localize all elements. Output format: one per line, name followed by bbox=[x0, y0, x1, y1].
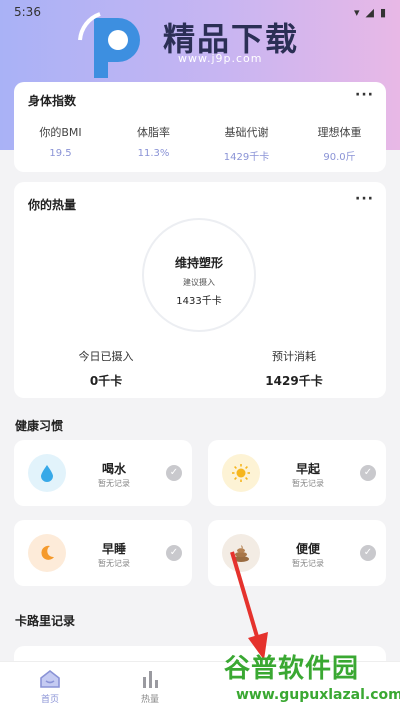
ring-subtitle: 建议摄入 bbox=[183, 278, 215, 287]
bmr-item: 基础代谢 1429千卡 bbox=[200, 124, 293, 163]
bmi-card: 身体指数 ··· 你的BMI 19.5 体脂率 11.3% 基础代谢 1429千… bbox=[14, 82, 386, 172]
burn-label: 预计消耗 bbox=[272, 350, 316, 363]
body-fat-label: 体脂率 bbox=[137, 126, 170, 139]
habit-card-early-sleep[interactable]: 早睡 暂无记录 ✓ bbox=[14, 520, 192, 586]
intake-stat: 今日已摄入 0千卡 bbox=[36, 348, 176, 389]
habit-card-early-rise[interactable]: 早起 暂无记录 ✓ bbox=[208, 440, 386, 506]
ideal-weight-label: 理想体重 bbox=[317, 126, 362, 139]
status-time: 5:36 bbox=[14, 5, 41, 19]
poop-icon bbox=[222, 534, 260, 572]
checkmark-icon[interactable]: ✓ bbox=[360, 465, 376, 481]
habit-status: 暂无记录 bbox=[98, 479, 130, 488]
water-drop-icon bbox=[28, 454, 66, 492]
burn-stat: 预计消耗 1429千卡 bbox=[224, 348, 364, 389]
intake-label: 今日已摄入 bbox=[78, 350, 134, 363]
ring-title: 维持塑形 bbox=[174, 256, 223, 270]
habit-status: 暂无记录 bbox=[98, 559, 130, 568]
burn-value: 1429千卡 bbox=[265, 374, 323, 388]
bmr-label: 基础代谢 bbox=[224, 126, 269, 139]
habit-card-bowel[interactable]: 便便 暂无记录 ✓ bbox=[208, 520, 386, 586]
calorie-ring-content: 维持塑形 建议摄入 1433千卡 bbox=[148, 224, 250, 326]
calorie-record-title: 卡路里记录 bbox=[15, 614, 76, 628]
sun-icon bbox=[222, 454, 260, 492]
status-icons: ▾ ◢ ▮ bbox=[354, 6, 386, 19]
intake-value: 0千卡 bbox=[89, 374, 123, 388]
calorie-card: 你的热量 ··· 维持塑形 建议摄入 1433千卡 今日已摄入 0千卡 预计消耗… bbox=[14, 182, 386, 398]
habits-section-title: 健康习惯 bbox=[15, 419, 64, 433]
habit-name: 早睡 bbox=[101, 542, 126, 556]
checkmark-icon[interactable]: ✓ bbox=[166, 465, 182, 481]
tab-home-label: 首页 bbox=[40, 695, 59, 705]
battery-icon: ▮ bbox=[379, 5, 386, 19]
ideal-weight-item: 理想体重 90.0斤 bbox=[293, 124, 386, 163]
tab-home[interactable]: 首页 bbox=[20, 668, 80, 705]
body-fat-item: 体脂率 11.3% bbox=[107, 124, 200, 163]
bmi-item: 你的BMI 19.5 bbox=[14, 124, 107, 163]
watermark-url: www.j9p.com bbox=[178, 52, 263, 65]
signal-icon: ◢ bbox=[365, 5, 374, 19]
calorie-more-button[interactable]: ··· bbox=[355, 191, 374, 207]
bmi-item-value: 19.5 bbox=[49, 148, 72, 159]
ideal-weight-value: 90.0斤 bbox=[323, 152, 356, 163]
bar-chart-icon bbox=[120, 668, 180, 690]
tab-calorie[interactable]: 热量 bbox=[120, 668, 180, 705]
moon-icon bbox=[28, 534, 66, 572]
habit-name: 便便 bbox=[295, 542, 320, 556]
checkmark-icon[interactable]: ✓ bbox=[360, 545, 376, 561]
bmi-more-button[interactable]: ··· bbox=[355, 87, 374, 103]
habit-card-water[interactable]: 喝水 暂无记录 ✓ bbox=[14, 440, 192, 506]
calorie-card-title: 你的热量 bbox=[28, 198, 77, 212]
tab-calorie-label: 热量 bbox=[140, 695, 159, 705]
bmi-card-title: 身体指数 bbox=[28, 94, 77, 108]
bmi-item-label: 你的BMI bbox=[39, 126, 82, 139]
watermark-logo-icon bbox=[78, 12, 140, 78]
watermark-bottom-url: www.gupuxlazal.com bbox=[236, 687, 400, 703]
checkmark-icon[interactable]: ✓ bbox=[166, 545, 182, 561]
body-fat-value: 11.3% bbox=[137, 148, 170, 159]
home-icon bbox=[20, 668, 80, 690]
bmr-value: 1429千卡 bbox=[223, 152, 270, 163]
habit-name: 喝水 bbox=[101, 462, 126, 476]
wifi-icon: ▾ bbox=[353, 5, 360, 19]
habit-status: 暂无记录 bbox=[292, 479, 324, 488]
habit-name: 早起 bbox=[295, 462, 320, 476]
watermark-bottom-title: 谷普软件园 bbox=[224, 654, 360, 684]
habit-status: 暂无记录 bbox=[292, 559, 324, 568]
ring-value: 1433千卡 bbox=[176, 296, 222, 307]
